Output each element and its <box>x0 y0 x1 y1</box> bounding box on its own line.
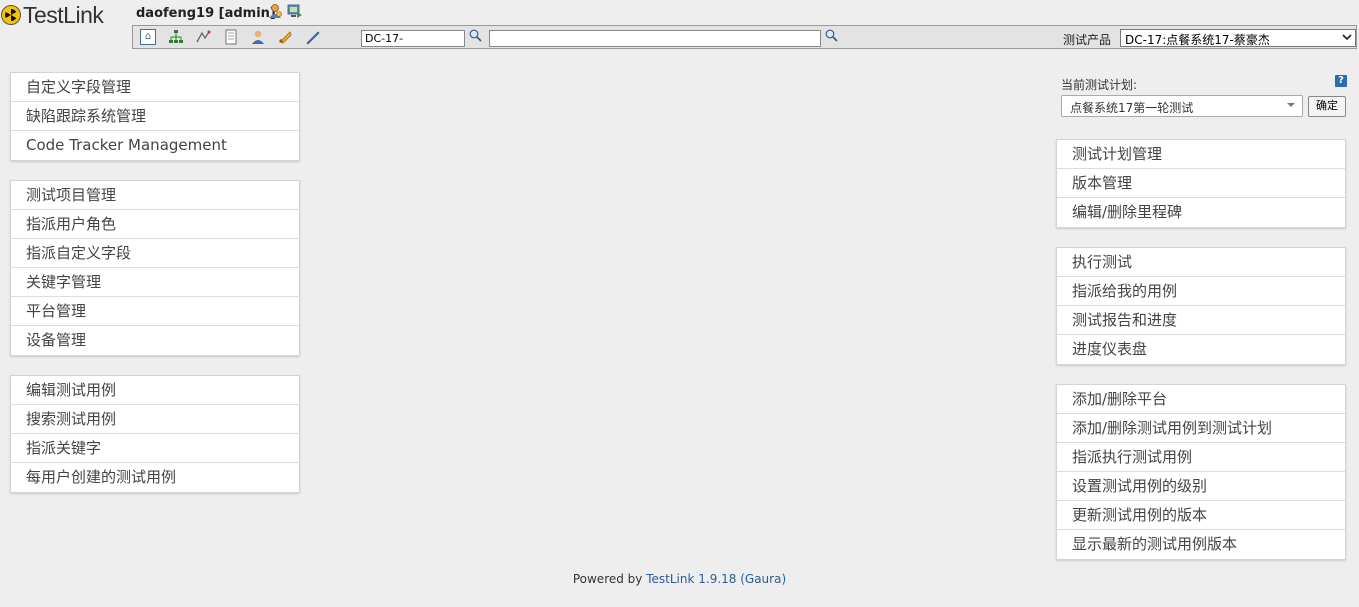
testcase-menu: 编辑测试用例 搜索测试用例 指派关键字 每用户创建的测试用例 <box>10 375 300 493</box>
menu-item-plan-management[interactable]: 测试计划管理 <box>1057 140 1345 169</box>
menu-item-assign-execution[interactable]: 指派执行测试用例 <box>1057 443 1345 472</box>
home-icon[interactable]: ⌂ <box>140 29 156 45</box>
logo-text: TestLink <box>23 1 104 28</box>
testlink-logo[interactable]: TestLink <box>1 1 104 28</box>
product-label: 测试产品 <box>1063 33 1112 47</box>
user-settings-icon[interactable] <box>267 3 283 19</box>
menu-item-milestones[interactable]: 编辑/删除里程碑 <box>1057 198 1345 227</box>
menu-item-devices[interactable]: 设备管理 <box>11 326 299 355</box>
specification-icon[interactable] <box>223 29 239 45</box>
chevron-down-icon <box>1286 100 1296 113</box>
testlink-version-link[interactable]: TestLink 1.9.18 (Gaura) <box>646 572 786 586</box>
logout-icon[interactable] <box>287 3 303 19</box>
menu-item-latest-versions[interactable]: 显示最新的测试用例版本 <box>1057 530 1345 559</box>
help-icon[interactable]: ? <box>1335 75 1347 87</box>
testlink-logo-icon <box>1 5 21 25</box>
test-plan-select[interactable]: 点餐系统17第一轮测试 <box>1061 95 1303 117</box>
tree-icon[interactable] <box>168 29 184 45</box>
events-icon[interactable] <box>277 29 293 45</box>
menu-item-execute-tests[interactable]: 执行测试 <box>1057 248 1345 277</box>
test-plan-select-value: 点餐系统17第一轮测试 <box>1070 101 1194 115</box>
menu-item-assigned-to-me[interactable]: 指派给我的用例 <box>1057 277 1345 306</box>
plan-contents-menu: 添加/删除平台 添加/删除测试用例到测试计划 指派执行测试用例 设置测试用例的级… <box>1056 384 1346 560</box>
search-icon[interactable] <box>825 29 839 45</box>
search-input[interactable] <box>489 30 821 47</box>
tools-icon[interactable] <box>305 29 321 45</box>
product-select[interactable]: DC-17:点餐系统17-蔡豪杰 <box>1120 29 1356 47</box>
system-menu: 自定义字段管理 缺陷跟踪系统管理 Code Tracker Management <box>10 72 300 161</box>
user-icon[interactable] <box>250 29 266 45</box>
chevron-down-icon <box>1341 31 1353 46</box>
menu-item-reports[interactable]: 测试报告和进度 <box>1057 306 1345 335</box>
testcase-id-input[interactable] <box>361 30 465 47</box>
testcase-search-icon[interactable] <box>469 29 483 45</box>
confirm-button[interactable]: 确定 <box>1308 96 1346 117</box>
menu-item-issue-tracker[interactable]: 缺陷跟踪系统管理 <box>11 102 299 131</box>
footer: Powered by TestLink 1.9.18 (Gaura) <box>0 572 1359 586</box>
menu-item-edit-testcases[interactable]: 编辑测试用例 <box>11 376 299 405</box>
current-user: daofeng19 [admin] <box>136 6 276 21</box>
menu-item-dashboard[interactable]: 进度仪表盘 <box>1057 335 1345 364</box>
project-menu: 测试项目管理 指派用户角色 指派自定义字段 关键字管理 平台管理 设备管理 <box>10 180 300 356</box>
menu-item-code-tracker[interactable]: Code Tracker Management <box>11 131 299 160</box>
menu-item-platforms[interactable]: 平台管理 <box>11 297 299 326</box>
current-plan-label: 当前测试计划: <box>1061 78 1138 92</box>
menu-item-builds[interactable]: 版本管理 <box>1057 169 1345 198</box>
product-select-value: DC-17:点餐系统17-蔡豪杰 <box>1125 33 1270 47</box>
menu-item-keywords[interactable]: 关键字管理 <box>11 268 299 297</box>
menu-item-add-remove-platforms[interactable]: 添加/删除平台 <box>1057 385 1345 414</box>
menu-item-add-remove-testcases[interactable]: 添加/删除测试用例到测试计划 <box>1057 414 1345 443</box>
plan-menu: 测试计划管理 版本管理 编辑/删除里程碑 <box>1056 139 1346 228</box>
menu-item-update-versions[interactable]: 更新测试用例的版本 <box>1057 501 1345 530</box>
requirements-icon[interactable] <box>195 29 211 45</box>
execution-menu: 执行测试 指派给我的用例 测试报告和进度 进度仪表盘 <box>1056 247 1346 365</box>
menu-item-project-management[interactable]: 测试项目管理 <box>11 181 299 210</box>
footer-prefix: Powered by <box>572 572 647 586</box>
menu-item-testcases-per-user[interactable]: 每用户创建的测试用例 <box>11 463 299 492</box>
menu-item-custom-fields[interactable]: 自定义字段管理 <box>11 73 299 102</box>
menu-item-search-testcases[interactable]: 搜索测试用例 <box>11 405 299 434</box>
menu-item-assign-roles[interactable]: 指派用户角色 <box>11 210 299 239</box>
menu-item-set-priority[interactable]: 设置测试用例的级别 <box>1057 472 1345 501</box>
main-toolbar: ⌂ 测试产品 DC-17:点餐系统17-蔡豪杰 <box>132 25 1357 49</box>
menu-item-assign-keywords[interactable]: 指派关键字 <box>11 434 299 463</box>
menu-item-assign-custom-fields[interactable]: 指派自定义字段 <box>11 239 299 268</box>
